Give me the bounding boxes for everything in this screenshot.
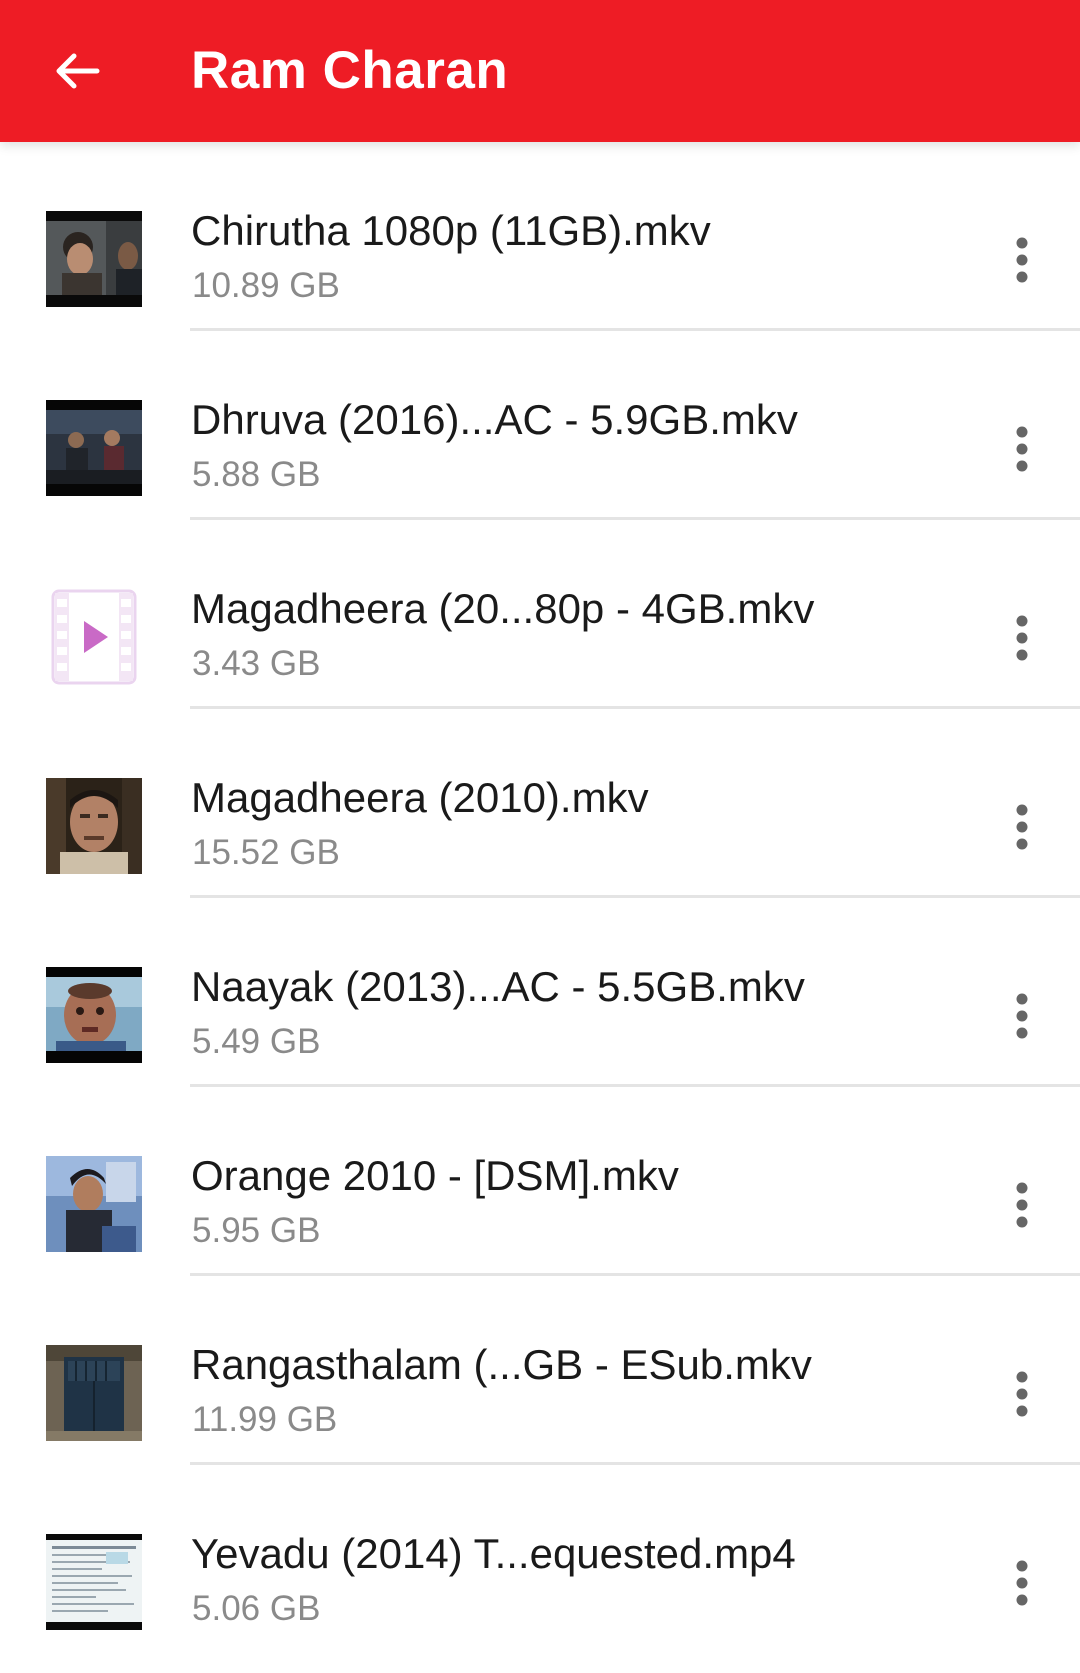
- more-vertical-icon: [1016, 993, 1028, 1039]
- more-options-button[interactable]: [996, 791, 1048, 863]
- file-list-item[interactable]: Rangasthalam (...GB - ESub.mkv 11.99 GB: [0, 1276, 1080, 1465]
- more-options-button[interactable]: [996, 224, 1048, 296]
- app-bar: Ram Charan: [0, 0, 1080, 142]
- more-vertical-icon: [1016, 1182, 1028, 1228]
- file-list-item[interactable]: Dhruva (2016)...AC - 5.9GB.mkv 5.88 GB: [0, 331, 1080, 520]
- file-size: 10.89 GB: [192, 266, 340, 305]
- file-name: Rangasthalam (...GB - ESub.mkv: [191, 1341, 812, 1388]
- file-list-item[interactable]: Yevadu (2014) T...equested.mp4 5.06 GB: [0, 1465, 1080, 1654]
- file-name: Dhruva (2016)...AC - 5.9GB.mkv: [191, 396, 798, 443]
- file-size: 15.52 GB: [192, 833, 340, 872]
- file-list-item[interactable]: Naayak (2013)...AC - 5.5GB.mkv 5.49 GB: [0, 898, 1080, 1087]
- video-thumbnail: [46, 1345, 142, 1441]
- video-file-icon: [46, 589, 142, 685]
- video-thumbnail: [46, 1534, 142, 1630]
- file-list-item[interactable]: Chirutha 1080p (11GB).mkv 10.89 GB: [0, 142, 1080, 331]
- file-list-item[interactable]: Magadheera (20...80p - 4GB.mkv 3.43 GB: [0, 520, 1080, 709]
- more-options-button[interactable]: [996, 413, 1048, 485]
- more-options-button[interactable]: [996, 602, 1048, 674]
- video-thumbnail: [46, 778, 142, 874]
- file-name: Naayak (2013)...AC - 5.5GB.mkv: [191, 963, 805, 1010]
- more-vertical-icon: [1016, 1560, 1028, 1606]
- back-button[interactable]: [42, 36, 112, 106]
- file-name: Magadheera (2010).mkv: [191, 774, 649, 821]
- video-thumbnail: [46, 967, 142, 1063]
- more-options-button[interactable]: [996, 1169, 1048, 1241]
- more-vertical-icon: [1016, 237, 1028, 283]
- file-list: Chirutha 1080p (11GB).mkv 10.89 GB Dhruv…: [0, 142, 1080, 1654]
- more-options-button[interactable]: [996, 980, 1048, 1052]
- more-vertical-icon: [1016, 1371, 1028, 1417]
- more-vertical-icon: [1016, 615, 1028, 661]
- file-name: Yevadu (2014) T...equested.mp4: [191, 1530, 796, 1577]
- page-title: Ram Charan: [191, 41, 509, 100]
- more-vertical-icon: [1016, 426, 1028, 472]
- more-options-button[interactable]: [996, 1358, 1048, 1430]
- file-size: 3.43 GB: [192, 644, 321, 683]
- video-thumbnail: [46, 211, 142, 307]
- file-name: Magadheera (20...80p - 4GB.mkv: [191, 585, 815, 632]
- more-options-button[interactable]: [996, 1547, 1048, 1619]
- file-size: 5.06 GB: [192, 1589, 321, 1628]
- video-thumbnail: [46, 1156, 142, 1252]
- arrow-left-icon: [56, 53, 100, 89]
- file-size: 5.88 GB: [192, 455, 321, 494]
- file-size: 11.99 GB: [192, 1400, 338, 1439]
- video-thumbnail: [46, 400, 142, 496]
- file-list-item[interactable]: Orange 2010 - [DSM].mkv 5.95 GB: [0, 1087, 1080, 1276]
- file-name: Chirutha 1080p (11GB).mkv: [191, 207, 711, 254]
- file-list-item[interactable]: Magadheera (2010).mkv 15.52 GB: [0, 709, 1080, 898]
- file-size: 5.95 GB: [192, 1211, 321, 1250]
- file-size: 5.49 GB: [192, 1022, 321, 1061]
- file-name: Orange 2010 - [DSM].mkv: [191, 1152, 679, 1199]
- more-vertical-icon: [1016, 804, 1028, 850]
